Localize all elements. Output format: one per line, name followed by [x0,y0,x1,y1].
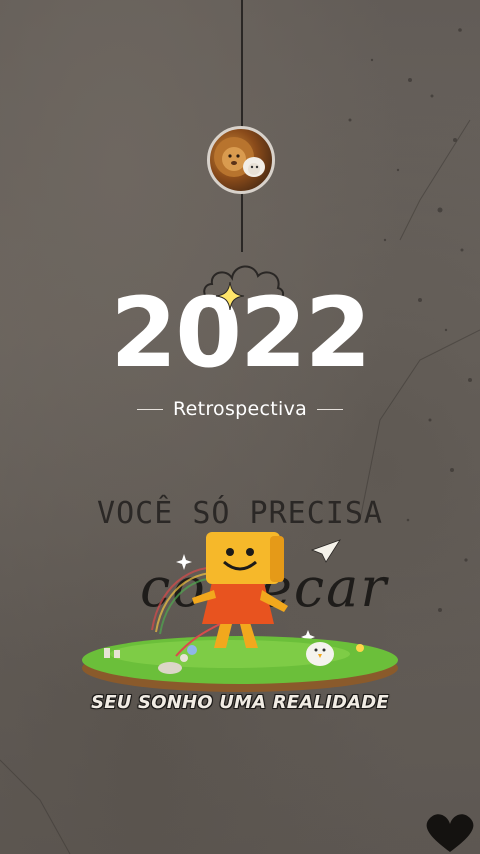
caption: SEU SONHO UMA REALIDADE [91,692,389,713]
paper-plane-icon [310,539,341,563]
sparkle-icon [215,281,245,311]
chick [306,642,334,666]
lion-and-lamb-avatar[interactable] [207,126,275,194]
subtitle-row: Retrospectiva [0,396,480,422]
mascot-grass-scene [82,532,398,692]
heart-icon [426,814,474,852]
story-screen: 2022 Retrospectiva VOCÊ SÓ PRECISA comec… [0,0,480,854]
subtitle-rule-left [136,408,163,410]
subtitle: Retrospectiva [172,398,308,420]
subtitle-rule-right [317,408,344,410]
